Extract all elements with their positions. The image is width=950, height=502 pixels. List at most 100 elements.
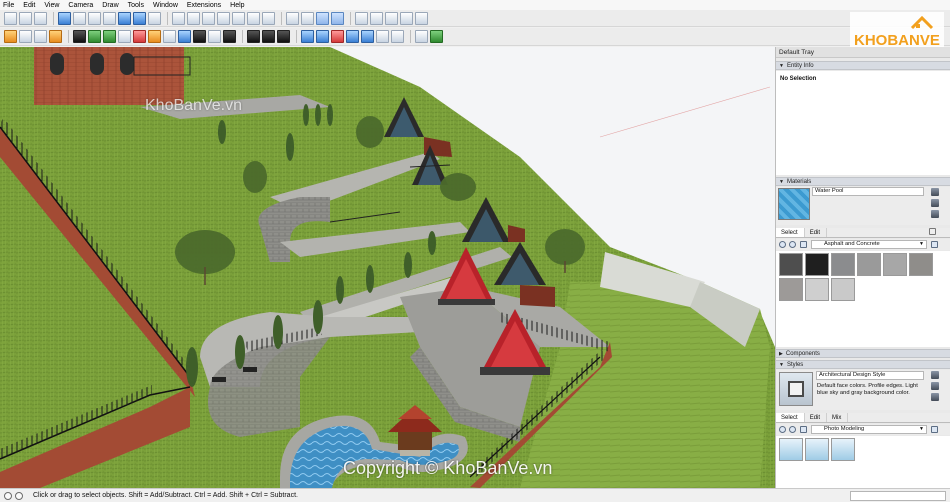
style-library-select[interactable]: Photo Modeling ▼ [811,425,927,434]
menu-tools[interactable]: Tools [128,2,144,9]
materials-tab-select[interactable]: Select [776,228,805,237]
monochrome-icon[interactable] [148,11,161,25]
styles-header[interactable]: ▼ Styles [776,360,950,369]
forward-icon[interactable] [789,241,796,248]
shaded-icon[interactable] [118,11,131,25]
left-camera-icon[interactable] [247,11,260,25]
components-header[interactable]: ▶ Components [776,349,950,358]
materials-header[interactable]: ▼ Materials [776,177,950,186]
forward-icon[interactable] [789,426,796,433]
style-thumbnail[interactable] [831,438,855,461]
current-style-thumbnail[interactable] [779,372,813,406]
style-sample-icon[interactable] [931,393,939,401]
material-swatch[interactable] [831,253,855,276]
section-plane-icon[interactable] [355,11,368,25]
bottom-camera-icon[interactable] [262,11,275,25]
front-camera-icon[interactable] [202,11,215,25]
solid-split-icon[interactable] [361,30,374,43]
style-thumbnail[interactable] [779,438,803,461]
sample-paint-icon[interactable] [931,210,939,218]
share-model-icon[interactable] [223,30,236,43]
sandbox-icon[interactable] [103,30,116,43]
display-section-planes-icon[interactable] [370,11,383,25]
select-icon[interactable] [4,30,17,43]
iso-camera-icon[interactable] [172,11,185,25]
top-camera-icon[interactable] [187,11,200,25]
cursor-icon[interactable] [262,30,275,43]
menu-draw[interactable]: Draw [102,2,118,9]
flag-icon[interactable] [133,30,146,43]
model-scene[interactable] [0,47,775,488]
wireframe-icon[interactable] [88,11,101,25]
orbit-icon[interactable] [286,11,299,25]
iso-view-icon[interactable] [4,11,17,25]
model-viewport[interactable]: KhoBanVe.vn Copyright © KhoBanVe.vn [0,47,775,488]
eyedropper-icon[interactable] [929,228,936,235]
menu-edit[interactable]: Edit [23,2,35,9]
xray-icon[interactable] [58,11,71,25]
styles-tab-select[interactable]: Select [776,413,805,422]
material-swatch[interactable] [805,253,829,276]
menu-extensions[interactable]: Extensions [187,2,221,9]
style-name-field[interactable]: Architectural Design Style [816,371,924,380]
styles-tab-edit[interactable]: Edit [805,413,828,422]
follow-me-icon[interactable] [391,30,404,43]
solid-intersect-icon[interactable] [331,30,344,43]
rotate-icon[interactable] [19,30,32,43]
details-icon[interactable] [931,241,938,248]
solid-trim-icon[interactable] [346,30,359,43]
solid-subtract-icon[interactable] [316,30,329,43]
warehouse-icon[interactable] [193,30,206,43]
front-view-icon[interactable] [34,11,47,25]
zoom-extents-icon[interactable] [331,11,344,25]
material-swatch[interactable] [831,278,855,301]
layers-icon[interactable] [415,11,428,25]
tree-icon[interactable] [88,30,101,43]
measurements-box[interactable] [850,491,946,501]
pencil-plant-icon[interactable] [430,30,443,43]
details-icon[interactable] [931,426,938,433]
update-style-icon[interactable] [931,382,939,390]
add-location-icon[interactable] [73,30,86,43]
menu-help[interactable]: Help [230,2,244,9]
scale-icon[interactable] [34,30,47,43]
mail-icon[interactable] [247,30,260,43]
default-paint-icon[interactable] [931,199,939,207]
material-swatch[interactable] [779,253,803,276]
home-icon[interactable] [800,241,807,248]
material-name-field[interactable]: Water Pool [812,187,924,196]
geolocation-icon[interactable] [4,492,12,500]
shaded-textures-icon[interactable] [133,11,146,25]
person-icon[interactable] [277,30,290,43]
material-swatch[interactable] [779,278,803,301]
material-swatch[interactable] [883,253,907,276]
create-material-icon[interactable] [931,188,939,196]
menu-camera[interactable]: Camera [68,2,93,9]
right-camera-icon[interactable] [217,11,230,25]
material-library-select[interactable]: Asphalt and Concrete ▼ [811,240,927,249]
credits-icon[interactable] [15,492,23,500]
hidden-line-icon[interactable] [103,11,116,25]
back-camera-icon[interactable] [232,11,245,25]
photo-texture-icon[interactable] [163,30,176,43]
create-style-icon[interactable] [931,371,939,379]
material-swatch[interactable] [805,278,829,301]
display-section-cuts-icon[interactable] [385,11,398,25]
material-swatch[interactable] [909,253,933,276]
outer-shell-icon[interactable] [376,30,389,43]
terrain-icon[interactable] [148,30,161,43]
paint-bucket-icon[interactable] [49,30,62,43]
back-icon[interactable] [779,241,786,248]
entity-info-header[interactable]: ▼ Entity Info [776,61,950,70]
home-icon[interactable] [800,426,807,433]
model-info-icon[interactable] [118,30,131,43]
top-view-icon[interactable] [19,11,32,25]
back-edges-icon[interactable] [73,11,86,25]
back-icon[interactable] [779,426,786,433]
styles-tab-mix[interactable]: Mix [827,413,849,422]
solid-union-icon[interactable] [301,30,314,43]
menu-window[interactable]: Window [153,2,178,9]
cloud-icon[interactable] [178,30,191,43]
menu-view[interactable]: View [44,2,59,9]
extension-warehouse-icon[interactable] [208,30,221,43]
